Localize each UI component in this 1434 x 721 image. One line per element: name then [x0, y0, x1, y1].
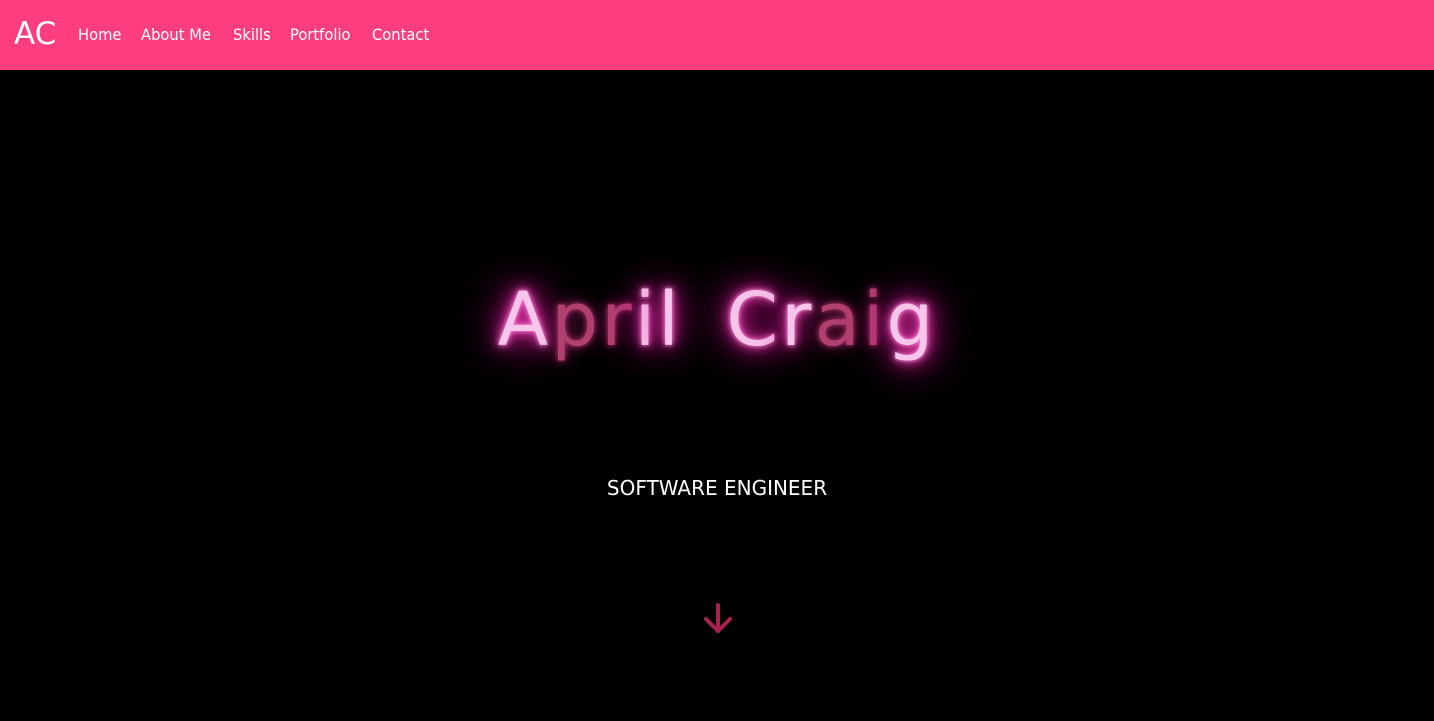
brand-logo[interactable]: AC [14, 14, 56, 54]
hero-name-last: Craig [726, 277, 936, 363]
hero-name-letter: l [658, 277, 682, 363]
hero-name-letter: a [814, 277, 863, 363]
hero-name-letter: g [886, 277, 937, 363]
hero-name-letter: r [781, 277, 815, 363]
hero-name-first: April [498, 277, 682, 363]
nav-item-skills: Skills [233, 25, 274, 45]
nav-link-skills[interactable]: Skills [233, 25, 271, 45]
hero-subtitle: SOFTWARE ENGINEER [606, 476, 828, 500]
hero-name-letter: A [497, 277, 552, 363]
hero-name-letter: p [551, 277, 602, 363]
nav-item-home: Home [78, 25, 125, 45]
nav-link-home[interactable]: Home [78, 25, 121, 45]
nav-link-portfolio[interactable]: Portfolio [290, 25, 351, 45]
nav-item-portfolio: Portfolio [290, 25, 356, 45]
nav-item-contact: Contact [372, 25, 434, 45]
nav-link-contact[interactable]: Contact [372, 25, 429, 45]
hero-name-letter: i [634, 277, 659, 363]
hero-name-letter: r [601, 277, 635, 363]
nav-link-about[interactable]: About Me [141, 25, 211, 45]
hero-name-letter: i [862, 277, 887, 363]
hero-name: April Craig [0, 275, 1434, 365]
arrow-down-icon [702, 602, 734, 636]
scroll-down-button[interactable] [702, 602, 734, 636]
navbar: AC Home About Me Skills Portfolio Contac… [0, 0, 1434, 70]
nav-item-about: About Me [141, 25, 217, 45]
hero-name-letter: C [726, 277, 782, 363]
hero-section: April Craig SOFTWARE ENGINEER [0, 70, 1434, 721]
nav-links: Home About Me Skills Portfolio Contact [78, 0, 450, 70]
